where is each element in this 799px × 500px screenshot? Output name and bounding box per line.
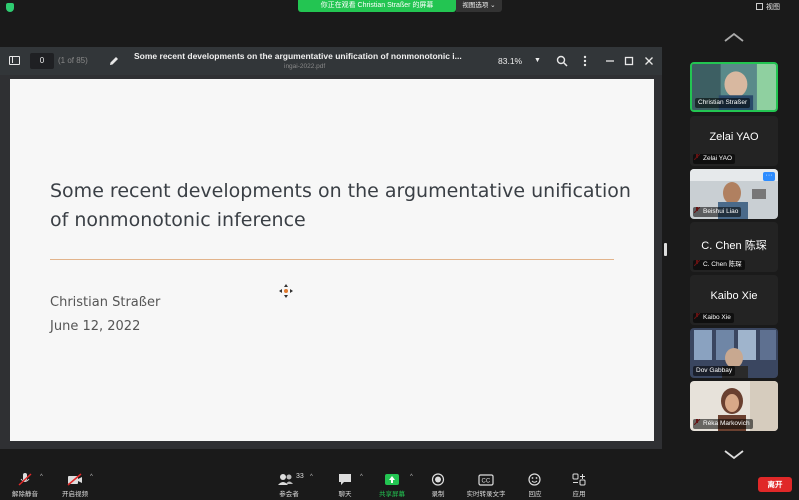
reactions-button[interactable]: 回应: [524, 470, 546, 500]
chat-icon: [339, 474, 351, 485]
participant-count: 33: [296, 473, 304, 480]
view-icon: [756, 3, 763, 10]
participant-name: Zelai YAO: [693, 154, 736, 164]
chevron-up-icon[interactable]: ^: [360, 474, 363, 480]
sidebar-toggle-icon[interactable]: [9, 56, 20, 65]
document-title: Some recent developments on the argument…: [134, 51, 462, 61]
record-label: 录制: [431, 491, 445, 498]
participant-tile[interactable]: Christian Straßer: [690, 62, 778, 112]
participants-button[interactable]: 33 参会者: [272, 470, 306, 500]
chevron-up-icon[interactable]: ^: [410, 474, 413, 480]
participants-icon: [277, 474, 293, 485]
participant-name: Christian Straßer: [695, 98, 751, 108]
apps-label: 应用: [572, 491, 586, 498]
more-options-button[interactable]: ···: [763, 172, 775, 181]
minimize-icon[interactable]: [605, 55, 615, 67]
live-transcript-button[interactable]: CC 实时转录文字: [462, 470, 510, 500]
participant-tile[interactable]: ··· Beishui Liao: [690, 169, 778, 219]
zoom-level-select[interactable]: 83.1% ▼: [498, 53, 546, 69]
participant-name: Réka Markovich: [693, 419, 753, 429]
pdf-page: Some recent developments on the argument…: [10, 79, 654, 441]
participant-big-name: C. Chen 陈琛: [701, 240, 767, 252]
pencil-icon[interactable]: [108, 55, 120, 67]
muted-mic-icon: [18, 473, 32, 486]
cc-icon: CC: [478, 474, 494, 486]
apps-button[interactable]: 应用: [568, 470, 590, 500]
zoom-level-value: 83.1%: [498, 56, 523, 66]
share-screen-icon: [385, 474, 399, 485]
slide-author: Christian Straßer: [50, 295, 161, 310]
page-number-input[interactable]: 0: [30, 53, 54, 69]
chevron-down-icon[interactable]: [723, 450, 745, 460]
participant-tile[interactable]: C. Chen 陈琛 C. Chen 陈琛: [690, 222, 778, 272]
participant-name: Dov Gabbay: [693, 366, 736, 376]
screen-share-banner: 你正在观看 Christian Straßer 的屏幕: [298, 0, 456, 12]
chevron-down-icon: ▼: [534, 57, 541, 64]
unmute-button[interactable]: 解除静音: [8, 470, 42, 500]
share-screen-button[interactable]: 共享屏幕: [376, 470, 408, 500]
chevron-up-icon[interactable]: [723, 32, 745, 42]
record-button[interactable]: 录制: [426, 470, 450, 500]
live-transcript-label: 实时转录文字: [466, 491, 506, 498]
shared-pdf-viewer: 0 (1 of 85) Some recent developments on …: [0, 47, 662, 449]
search-icon[interactable]: [556, 55, 568, 67]
slide-title-line: Some recent developments on the argument…: [50, 180, 631, 202]
participant-name: C. Chen 陈琛: [693, 260, 745, 270]
participant-name: Beishui Liao: [693, 207, 742, 217]
page-count: (1 of 85): [58, 56, 88, 65]
zoom-window: 你正在观看 Christian Straßer 的屏幕 视图选项 ⌄ 视图 0 …: [0, 0, 799, 500]
chevron-up-icon[interactable]: ^: [90, 474, 93, 480]
smiley-icon: [528, 473, 541, 486]
slide-title-line: of nonmonotonic inference: [50, 209, 306, 231]
move-cursor-icon: [279, 284, 293, 298]
slide-title: Some recent developments on the argument…: [50, 177, 640, 235]
participant-tile[interactable]: Dov Gabbay: [690, 328, 778, 378]
participant-tile[interactable]: Réka Markovich: [690, 381, 778, 431]
maximize-icon[interactable]: [624, 56, 634, 66]
document-filename: ingai-2022.pdf: [284, 63, 326, 70]
leave-button[interactable]: 离开: [758, 477, 792, 492]
apps-icon: [572, 473, 586, 486]
slide-divider: [50, 259, 614, 260]
meeting-controls-bar: 解除静音 ^ 开启视频 ^ 33 参会者 ^ 聊天 ^ 共享屏幕 ^ 录制 CC…: [0, 470, 799, 500]
pdf-toolbar: 0 (1 of 85) Some recent developments on …: [0, 47, 662, 75]
more-vertical-icon[interactable]: [582, 55, 588, 67]
slide-date: June 12, 2022: [50, 319, 141, 334]
unmute-label: 解除静音: [12, 491, 38, 498]
svg-text:CC: CC: [482, 479, 491, 485]
chevron-up-icon[interactable]: ^: [40, 474, 43, 480]
view-button[interactable]: 视图: [766, 2, 780, 12]
participant-big-name: Kaibo Xie: [710, 290, 758, 302]
start-video-button[interactable]: 开启视频: [58, 470, 92, 500]
video-off-icon: [67, 473, 82, 486]
reactions-label: 回应: [528, 491, 542, 498]
security-shield-icon[interactable]: [6, 3, 14, 12]
start-video-label: 开启视频: [62, 491, 88, 498]
panel-splitter-handle[interactable]: [664, 243, 667, 256]
chat-label: 聊天: [338, 491, 352, 498]
record-icon: [431, 473, 445, 486]
chat-button[interactable]: 聊天: [334, 470, 356, 500]
chevron-up-icon[interactable]: ^: [310, 474, 313, 480]
participant-tile[interactable]: Zelai YAO Zelai YAO: [690, 116, 778, 166]
close-icon[interactable]: [644, 56, 654, 66]
share-screen-label: 共享屏幕: [379, 491, 405, 498]
top-bar: 你正在观看 Christian Straßer 的屏幕 视图选项 ⌄ 视图: [0, 0, 799, 14]
participants-label: 参会者: [279, 491, 299, 498]
participant-tile[interactable]: Kaibo Xie Kaibo Xie: [690, 275, 778, 325]
view-options-button[interactable]: 视图选项 ⌄: [456, 0, 502, 12]
participant-name: Kaibo Xie: [693, 313, 734, 323]
participant-big-name: Zelai YAO: [709, 131, 759, 143]
